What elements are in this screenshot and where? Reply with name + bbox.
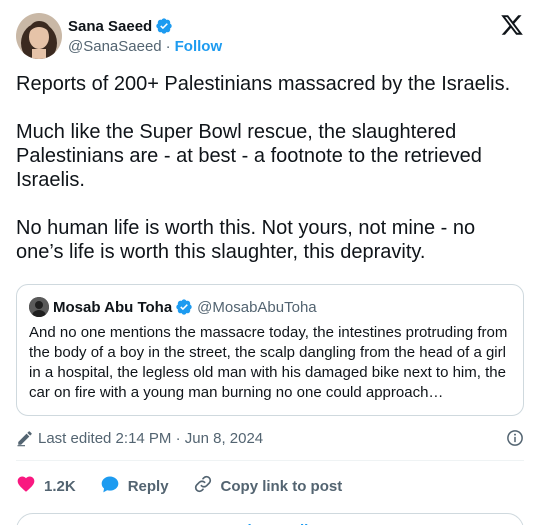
post-paragraph: Reports of 200+ Palestinians massacred b…	[16, 73, 511, 95]
action-bar: 1.2K Reply Copy link to post	[16, 469, 524, 503]
pencil-edit-icon	[16, 429, 34, 447]
read-replies-button[interactable]: Read 19 replies	[16, 513, 524, 525]
post-header: Sana Saeed @SanaSaeed · Follow	[16, 12, 524, 60]
info-icon[interactable]	[506, 429, 524, 447]
author-block: Sana Saeed @SanaSaeed · Follow	[68, 16, 222, 56]
quoted-avatar	[29, 297, 49, 317]
separator: ·	[165, 37, 171, 55]
reply-label: Reply	[127, 477, 169, 495]
like-count: 1.2K	[44, 477, 76, 495]
speech-bubble-icon	[100, 474, 128, 498]
divider	[16, 460, 524, 461]
copy-link-label: Copy link to post	[220, 477, 343, 495]
copy-link-button[interactable]: Copy link to post	[193, 474, 343, 498]
follow-button[interactable]: Follow	[175, 38, 223, 55]
post-meta: Last edited 2:14 PM · Jun 8, 2024	[16, 428, 524, 448]
x-logo-icon[interactable]	[500, 13, 524, 37]
post-paragraph: Much like the Super Bowl rescue, the sla…	[16, 121, 482, 191]
quoted-author-name: Mosab Abu Toha	[53, 298, 173, 316]
link-icon	[193, 474, 221, 498]
quoted-post-header: Mosab Abu Toha @MosabAbuToha	[29, 297, 511, 317]
quoted-post[interactable]: Mosab Abu Toha @MosabAbuToha And no one …	[16, 284, 524, 416]
post-paragraph: No human life is worth this. Not yours, …	[16, 217, 476, 263]
quoted-author-handle: @MosabAbuToha	[197, 298, 317, 316]
verified-badge-icon	[155, 17, 173, 35]
author-handle[interactable]: @SanaSaeed	[68, 38, 162, 55]
avatar[interactable]	[16, 13, 62, 59]
like-button[interactable]: 1.2K	[16, 474, 76, 498]
verified-badge-icon	[175, 298, 193, 316]
quoted-post-text: And no one mentions the massacre today, …	[29, 324, 508, 401]
author-name[interactable]: Sana Saeed	[68, 18, 152, 35]
heart-icon	[16, 474, 44, 498]
post-text: Reports of 200+ Palestinians massacred b…	[16, 72, 524, 264]
embedded-post-card: Sana Saeed @SanaSaeed · Follow Reports o…	[0, 0, 540, 525]
last-edited-timestamp[interactable]: Last edited 2:14 PM · Jun 8, 2024	[38, 430, 263, 447]
reply-button[interactable]: Reply	[100, 474, 169, 498]
